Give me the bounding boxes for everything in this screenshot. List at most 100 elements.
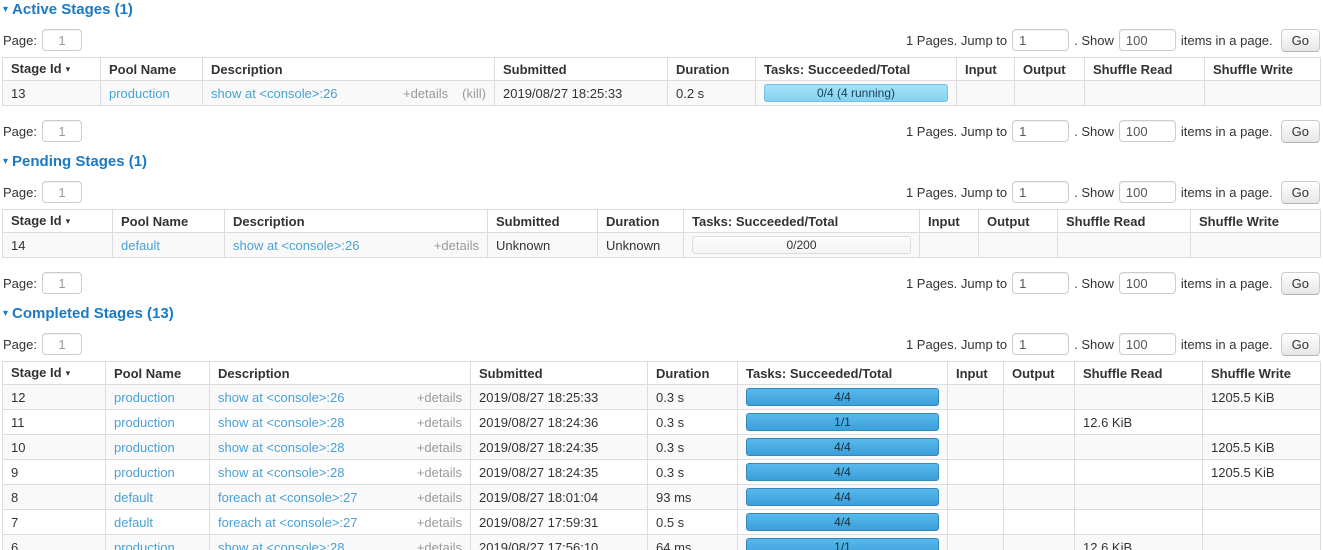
- column-header-input[interactable]: Input: [920, 210, 979, 233]
- stage-description-link[interactable]: show at <console>:26: [218, 390, 344, 405]
- page-label: Page:: [3, 337, 37, 352]
- input-cell: [948, 485, 1004, 510]
- column-header-submitted[interactable]: Submitted: [495, 58, 668, 81]
- go-button[interactable]: Go: [1281, 272, 1320, 295]
- description-actions: +details: [417, 490, 462, 505]
- column-header-label: Tasks: Succeeded/Total: [746, 366, 892, 381]
- column-header-submitted[interactable]: Submitted: [471, 362, 648, 385]
- column-header-output[interactable]: Output: [1004, 362, 1075, 385]
- details-toggle[interactable]: +details: [417, 540, 462, 550]
- column-header-tasks-succeeded-total[interactable]: Tasks: Succeeded/Total: [756, 58, 957, 81]
- page-size-input[interactable]: [1119, 272, 1176, 294]
- pagination-row-bottom: Page:1 Pages. Jump to. Showitems in a pa…: [3, 272, 1320, 294]
- pool-name-link[interactable]: production: [114, 415, 175, 430]
- stage-description-link[interactable]: show at <console>:28: [218, 440, 344, 455]
- column-header-pool-name[interactable]: Pool Name: [106, 362, 210, 385]
- jump-to-page-input[interactable]: [1012, 29, 1069, 51]
- column-header-tasks-succeeded-total[interactable]: Tasks: Succeeded/Total: [684, 210, 920, 233]
- duration-cell: 0.5 s: [648, 510, 738, 535]
- column-header-pool-name[interactable]: Pool Name: [113, 210, 225, 233]
- details-toggle[interactable]: +details: [417, 515, 462, 530]
- details-toggle[interactable]: +details: [434, 238, 479, 253]
- tasks-progress-bar: 0/200: [692, 236, 911, 254]
- stage-description-link[interactable]: show at <console>:28: [218, 465, 344, 480]
- jump-to-page-input[interactable]: [1012, 181, 1069, 203]
- details-toggle[interactable]: +details: [417, 415, 462, 430]
- details-toggle[interactable]: +details: [417, 490, 462, 505]
- column-header-output[interactable]: Output: [979, 210, 1058, 233]
- items-text: items in a page.: [1181, 337, 1273, 352]
- stage-description-link[interactable]: show at <console>:26: [233, 238, 359, 253]
- sort-desc-icon: ▾: [66, 216, 71, 226]
- column-header-duration[interactable]: Duration: [668, 58, 756, 81]
- stage-description-link[interactable]: show at <console>:28: [218, 415, 344, 430]
- column-header-shuffle-write[interactable]: Shuffle Write: [1205, 58, 1321, 81]
- tasks-progress-bar: 4/4: [746, 438, 939, 456]
- description-cell: foreach at <console>:27 +details: [210, 510, 471, 535]
- section-heading-active[interactable]: ▾Active Stages (1): [3, 2, 1321, 18]
- stage-description-link[interactable]: show at <console>:26: [211, 86, 337, 101]
- page-number-input[interactable]: [42, 333, 82, 355]
- input-cell: [948, 460, 1004, 485]
- stage-description-link[interactable]: foreach at <console>:27: [218, 490, 358, 505]
- column-header-input[interactable]: Input: [957, 58, 1015, 81]
- column-header-input[interactable]: Input: [948, 362, 1004, 385]
- page-size-input[interactable]: [1119, 181, 1176, 203]
- go-button[interactable]: Go: [1281, 181, 1320, 204]
- details-toggle[interactable]: +details: [417, 440, 462, 455]
- table-row: 14defaultshow at <console>:26+detailsUnk…: [3, 233, 1321, 258]
- column-header-stage-id[interactable]: Stage Id▾: [3, 210, 113, 233]
- column-header-stage-id[interactable]: Stage Id▾: [3, 58, 101, 81]
- pool-name-link[interactable]: default: [114, 515, 153, 530]
- page-number-input[interactable]: [42, 29, 82, 51]
- pool-name-link[interactable]: production: [109, 86, 170, 101]
- section-heading-pending[interactable]: ▾Pending Stages (1): [3, 154, 1321, 170]
- go-button[interactable]: Go: [1281, 29, 1320, 52]
- column-header-stage-id[interactable]: Stage Id▾: [3, 362, 106, 385]
- column-header-output[interactable]: Output: [1015, 58, 1085, 81]
- column-header-pool-name[interactable]: Pool Name: [101, 58, 203, 81]
- column-header-shuffle-write[interactable]: Shuffle Write: [1191, 210, 1321, 233]
- column-header-shuffle-write[interactable]: Shuffle Write: [1203, 362, 1321, 385]
- column-header-description[interactable]: Description: [210, 362, 471, 385]
- section-heading-completed[interactable]: ▾Completed Stages (13): [3, 306, 1321, 322]
- column-header-tasks-succeeded-total[interactable]: Tasks: Succeeded/Total: [738, 362, 948, 385]
- tasks-progress-label: 1/1: [834, 540, 851, 550]
- page-left-group: Page:: [3, 181, 82, 203]
- duration-cell: 0.3 s: [648, 385, 738, 410]
- column-header-submitted[interactable]: Submitted: [488, 210, 598, 233]
- pool-name-link[interactable]: production: [114, 440, 175, 455]
- details-toggle[interactable]: +details: [417, 465, 462, 480]
- column-header-description[interactable]: Description: [203, 58, 495, 81]
- pool-name-link[interactable]: default: [121, 238, 160, 253]
- column-header-shuffle-read[interactable]: Shuffle Read: [1058, 210, 1191, 233]
- column-header-label: Input: [928, 214, 960, 229]
- pool-name-link[interactable]: production: [114, 465, 175, 480]
- jump-to-page-input[interactable]: [1012, 272, 1069, 294]
- jump-to-page-input[interactable]: [1012, 120, 1069, 142]
- page-size-input[interactable]: [1119, 333, 1176, 355]
- tasks-progress-label: 4/4: [834, 465, 851, 479]
- stage-description-link[interactable]: foreach at <console>:27: [218, 515, 358, 530]
- page-size-input[interactable]: [1119, 120, 1176, 142]
- column-header-duration[interactable]: Duration: [598, 210, 684, 233]
- column-header-duration[interactable]: Duration: [648, 362, 738, 385]
- page-number-input[interactable]: [42, 272, 82, 294]
- column-header-description[interactable]: Description: [225, 210, 488, 233]
- page-number-input[interactable]: [42, 120, 82, 142]
- column-header-shuffle-read[interactable]: Shuffle Read: [1075, 362, 1203, 385]
- kill-link[interactable]: (kill): [462, 86, 486, 101]
- go-button[interactable]: Go: [1281, 333, 1320, 356]
- page-size-input[interactable]: [1119, 29, 1176, 51]
- stage-description-link[interactable]: show at <console>:28: [218, 540, 344, 550]
- details-toggle[interactable]: +details: [403, 86, 448, 101]
- page-number-input[interactable]: [42, 181, 82, 203]
- description-wrap: foreach at <console>:27 +details: [218, 490, 462, 505]
- pool-name-link[interactable]: production: [114, 540, 175, 550]
- details-toggle[interactable]: +details: [417, 390, 462, 405]
- pool-name-link[interactable]: default: [114, 490, 153, 505]
- go-button[interactable]: Go: [1281, 120, 1320, 143]
- column-header-shuffle-read[interactable]: Shuffle Read: [1085, 58, 1205, 81]
- jump-to-page-input[interactable]: [1012, 333, 1069, 355]
- pool-name-link[interactable]: production: [114, 390, 175, 405]
